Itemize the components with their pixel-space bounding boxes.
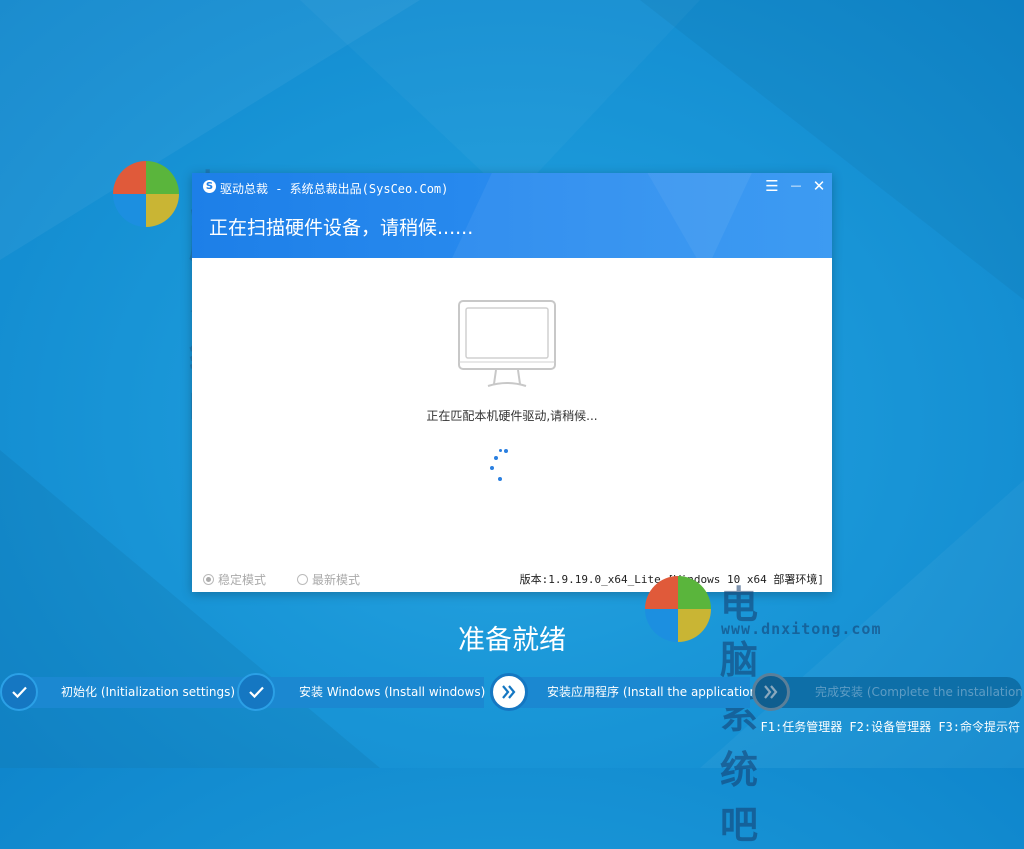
scan-heading: 正在扫描硬件设备，请稍候......	[209, 217, 474, 239]
mode-stable-label: 稳定模式	[218, 573, 267, 587]
step-done-1-check-icon	[0, 673, 38, 711]
step-label: 初始化 (Initialization settings)	[61, 685, 236, 699]
menu-icon[interactable]: ☰	[761, 176, 783, 196]
mode-stable[interactable]: 稳定模式	[203, 571, 266, 588]
window-header: S 驱动总裁 - 系统总裁出品(SysCeo.Com) ☰ — ✕ 正在扫描硬件…	[192, 173, 832, 258]
function-key-hints: F1:任务管理器 F2:设备管理器 F3:命令提示符	[760, 720, 1020, 734]
step-label: 安装 Windows (Install windows)	[299, 685, 486, 699]
step-bar-2: 安装 Windows (Install windows)	[252, 677, 486, 708]
app-logo-icon: S	[203, 180, 216, 193]
step-pending-double-chevron-icon	[752, 673, 790, 711]
mode-latest-label: 最新模式	[312, 573, 361, 587]
step-bar-4: 完成安装 (Complete the installation)	[770, 677, 1024, 708]
step-label: 完成安装 (Complete the installation)	[815, 685, 1024, 699]
monitor-icon	[458, 300, 556, 387]
step-current-double-chevron-icon	[490, 673, 528, 711]
ready-text: 准备就绪	[458, 625, 566, 656]
window-title: 驱动总裁 - 系统总裁出品(SysCeo.Com)	[220, 182, 449, 196]
watermark-title: 电脑系统吧	[720, 583, 760, 847]
watermark-logo-icon	[113, 161, 179, 227]
mode-latest[interactable]: 最新模式	[297, 571, 360, 588]
step-done-2-check-icon	[237, 673, 275, 711]
scan-status-text: 正在匹配本机硬件驱动,请稍候...	[426, 409, 598, 423]
driver-window: S 驱动总裁 - 系统总裁出品(SysCeo.Com) ☰ — ✕ 正在扫描硬件…	[192, 173, 832, 592]
step-bar-1: 初始化 (Initialization settings)	[14, 677, 246, 708]
minimize-icon[interactable]: —	[785, 176, 807, 196]
close-icon[interactable]: ✕	[808, 176, 830, 196]
step-label: 安装应用程序 (Install the application)	[547, 685, 762, 699]
step-bar-3: 安装应用程序 (Install the application)	[505, 677, 762, 708]
mode-latest-radio[interactable]	[297, 574, 308, 585]
mode-stable-radio[interactable]	[203, 574, 214, 585]
